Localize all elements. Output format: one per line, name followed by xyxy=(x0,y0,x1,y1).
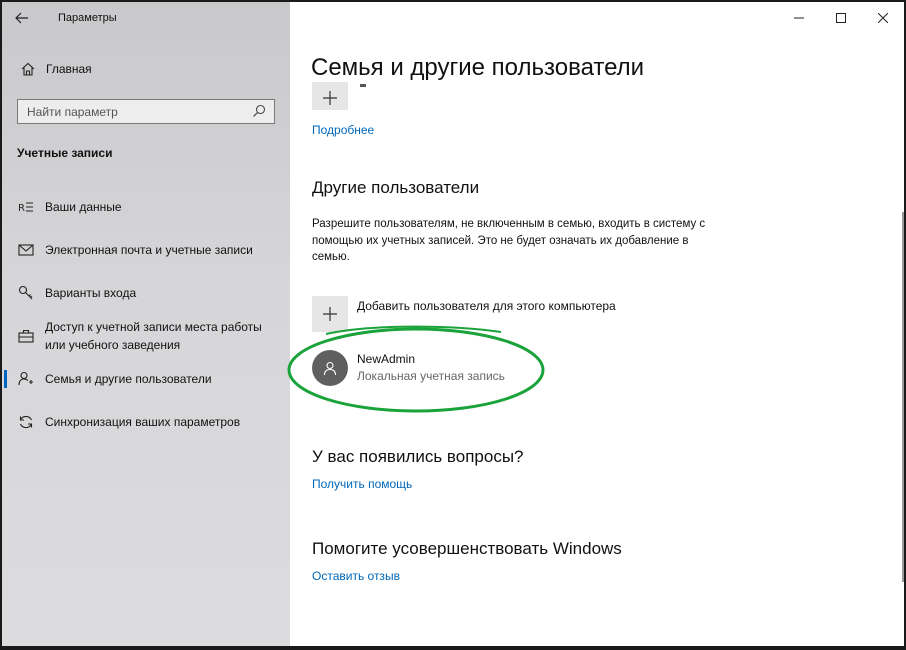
improve-heading: Помогите усовершенствовать Windows xyxy=(312,539,622,558)
search-icon[interactable] xyxy=(252,104,268,120)
sidebar-item-sync[interactable]: Синхронизация ваших параметров xyxy=(2,413,290,431)
sidebar: Параметры Главная Найти параметр Учетные… xyxy=(2,2,290,646)
svg-text:R: R xyxy=(18,203,25,214)
sidebar-item-email[interactable]: Электронная почта и учетные записи xyxy=(2,241,290,259)
user-account-newadmin[interactable]: NewAdmin Локальная учетная запись xyxy=(312,350,505,386)
app-title: Параметры xyxy=(58,12,117,24)
sidebar-item-label: Доступ к учетной записи места работы или… xyxy=(45,320,262,352)
questions-heading: У вас появились вопросы? xyxy=(312,447,524,466)
maximize-button[interactable] xyxy=(820,2,862,34)
user-card-icon: R xyxy=(16,200,36,214)
sidebar-item-family[interactable]: Семья и другие пользователи xyxy=(2,370,290,388)
sidebar-item-sign-in-options[interactable]: Варианты входа xyxy=(2,284,290,302)
page-title: Семья и другие пользователи xyxy=(311,54,645,81)
user-text: NewAdmin Локальная учетная запись xyxy=(357,351,505,383)
get-help-link[interactable]: Получить помощь xyxy=(312,477,412,491)
maximize-icon xyxy=(836,13,846,23)
avatar xyxy=(312,350,348,386)
sidebar-item-label: Ваши данные xyxy=(45,200,122,214)
sidebar-item-label: Семья и другие пользователи xyxy=(45,372,212,386)
add-user-label: Добавить пользователя для этого компьюте… xyxy=(357,299,616,313)
person-add-icon xyxy=(16,371,36,387)
settings-window: Параметры Главная Найти параметр Учетные… xyxy=(2,2,904,646)
sync-icon xyxy=(16,414,36,430)
other-users-heading: Другие пользователи xyxy=(312,178,480,197)
home-icon xyxy=(18,62,38,76)
title-bar: Параметры xyxy=(2,2,290,34)
back-button[interactable] xyxy=(2,2,42,34)
search-placeholder: Найти параметр xyxy=(27,104,118,119)
clipped-text-fragment xyxy=(360,84,366,87)
scrollbar[interactable] xyxy=(902,212,904,582)
mail-icon xyxy=(16,244,36,256)
key-icon xyxy=(16,285,36,301)
person-icon xyxy=(323,361,337,376)
plus-icon xyxy=(323,91,337,105)
section-heading: Учетные записи xyxy=(17,146,113,160)
minimize-icon xyxy=(794,17,804,19)
sidebar-item-label: Электронная почта и учетные записи xyxy=(45,243,253,257)
close-button[interactable] xyxy=(862,2,904,34)
plus-icon xyxy=(323,307,337,321)
sidebar-item-label: Варианты входа xyxy=(45,286,137,300)
window-controls xyxy=(778,2,904,34)
home-label: Главная xyxy=(46,62,92,76)
sidebar-item-your-info[interactable]: R Ваши данные xyxy=(2,198,290,216)
feedback-link[interactable]: Оставить отзыв xyxy=(312,569,400,583)
back-arrow-icon xyxy=(15,12,28,24)
search-input[interactable]: Найти параметр xyxy=(17,99,275,124)
add-family-member-tile[interactable] xyxy=(312,82,348,110)
home-nav-item[interactable]: Главная xyxy=(2,56,290,82)
sidebar-item-label: Синхронизация ваших параметров xyxy=(45,415,241,429)
more-info-link[interactable]: Подробнее xyxy=(312,123,374,137)
main-content: Семья и другие пользователи Подробнее Др… xyxy=(287,2,904,646)
user-account-type: Локальная учетная запись xyxy=(357,368,505,383)
other-users-description: Разрешите пользователям, не включенным в… xyxy=(312,218,706,263)
user-name: NewAdmin xyxy=(357,351,416,366)
close-icon xyxy=(878,13,888,23)
minimize-button[interactable] xyxy=(778,2,820,34)
briefcase-icon xyxy=(16,329,36,343)
sidebar-item-work-access[interactable]: Доступ к учетной записи места работы или… xyxy=(2,318,290,354)
